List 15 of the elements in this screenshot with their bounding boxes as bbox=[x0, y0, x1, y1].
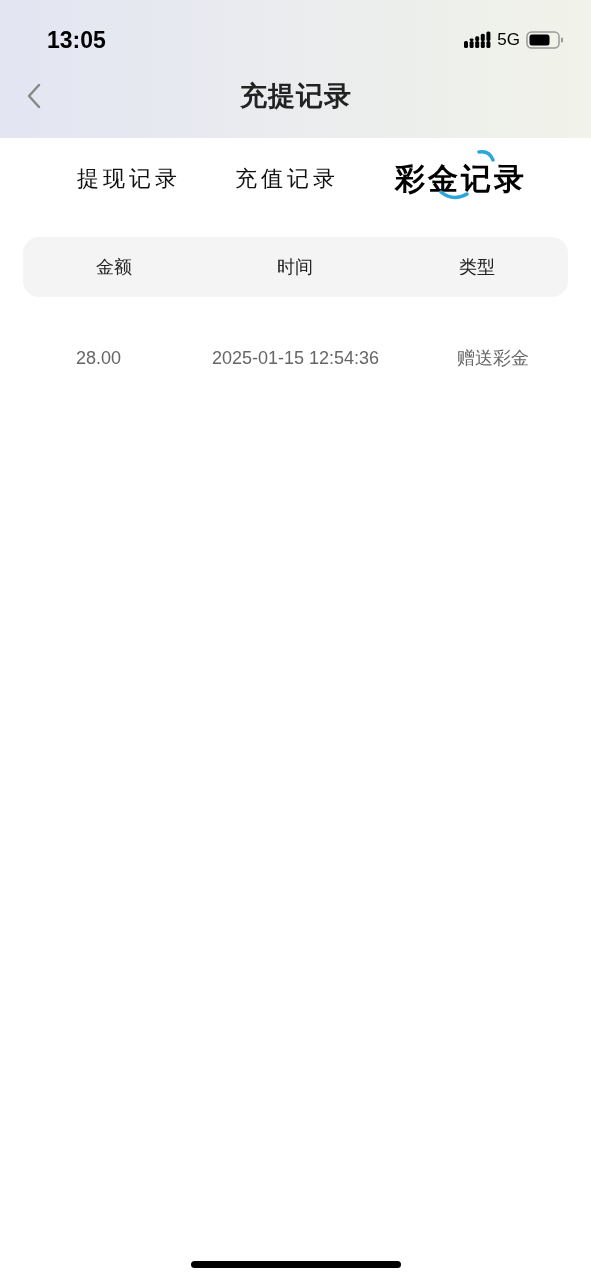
column-heading: 类型 bbox=[458, 255, 497, 279]
status-time: 13:05 bbox=[47, 25, 106, 55]
column-heading: 金额 bbox=[94, 255, 133, 279]
column-heading: 时间 bbox=[276, 255, 315, 279]
table-cell-text: 28.00 bbox=[74, 346, 122, 370]
battery-icon bbox=[526, 31, 564, 49]
network-label: 5G bbox=[497, 29, 520, 52]
record-tab[interactable]: 充值记录 bbox=[234, 155, 339, 201]
back-icon bbox=[27, 83, 41, 109]
table-cell-text: 2025-01-15 12:54:36 bbox=[210, 346, 381, 370]
record-tab[interactable]: 彩金记录 bbox=[392, 149, 529, 207]
page-title: 充提记录 bbox=[239, 79, 352, 113]
table-cell-text: 赠送彩金 bbox=[455, 346, 530, 370]
signal-icon bbox=[464, 31, 492, 49]
record-tab[interactable]: 提现记录 bbox=[76, 155, 181, 201]
